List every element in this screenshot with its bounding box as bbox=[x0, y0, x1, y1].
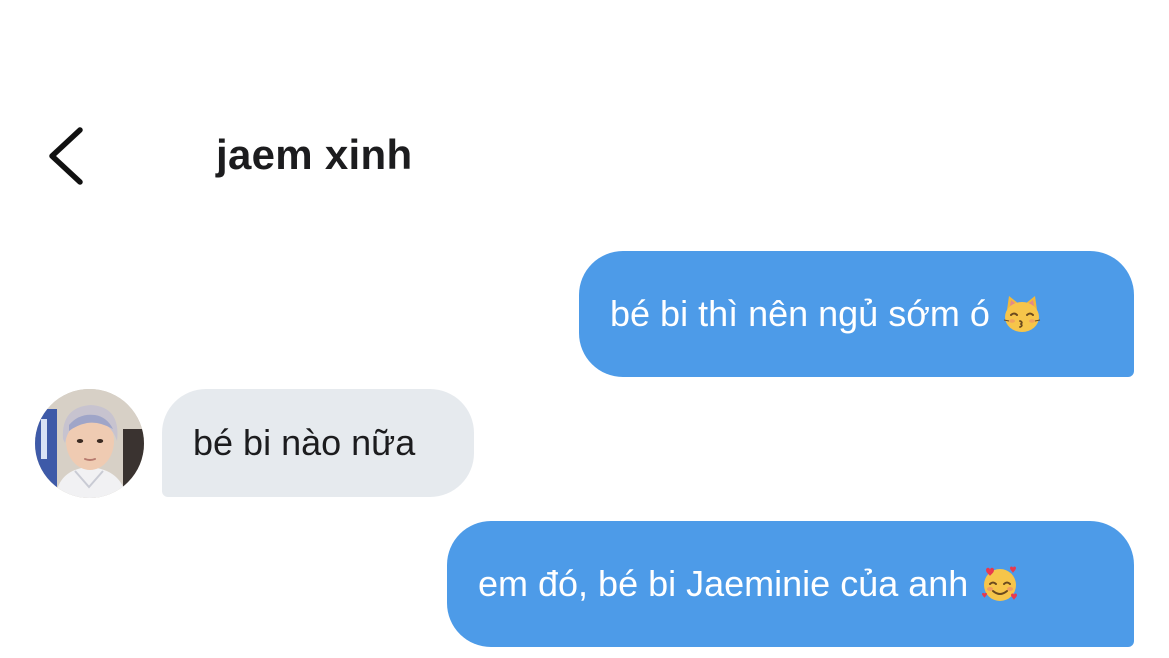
contact-avatar[interactable] bbox=[35, 389, 144, 498]
message-bubble-outgoing[interactable]: bé bi thì nên ngủ sớm ó bbox=[579, 251, 1134, 377]
kissing-cat-face-icon bbox=[1002, 294, 1042, 334]
message-bubble-incoming[interactable]: bé bi nào nữa bbox=[162, 389, 474, 497]
chat-screen: jaem xinh bé bi thì nên ngủ sớm ó bé bi … bbox=[0, 0, 1169, 658]
chat-header: jaem xinh bbox=[0, 110, 1169, 200]
message-text: bé bi thì nên ngủ sớm ó bbox=[610, 293, 990, 334]
chat-title: jaem xinh bbox=[216, 131, 413, 178]
back-button[interactable] bbox=[36, 124, 96, 188]
message-bubble-outgoing[interactable]: em đó, bé bi Jaeminie của anh bbox=[447, 521, 1134, 647]
chevron-left-icon bbox=[36, 124, 96, 188]
message-text: em đó, bé bi Jaeminie của anh bbox=[478, 563, 969, 604]
message-text: bé bi nào nữa bbox=[193, 422, 416, 463]
smiling-face-with-hearts-icon bbox=[980, 564, 1020, 604]
